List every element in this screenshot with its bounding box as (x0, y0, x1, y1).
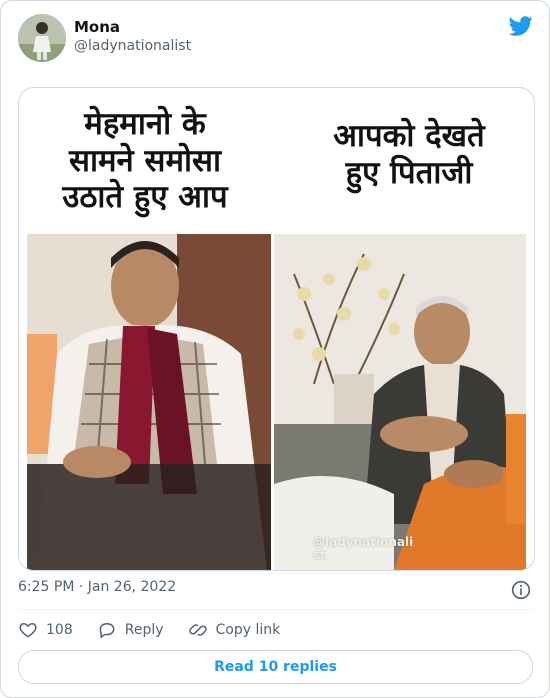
meme-photo-left (27, 234, 271, 570)
heart-icon (19, 622, 37, 638)
copy-link-button[interactable]: Copy link (188, 620, 281, 640)
twitter-bird-icon[interactable] (509, 14, 533, 38)
like-button[interactable]: 108 (18, 620, 73, 640)
like-count: 108 (46, 622, 73, 638)
meme-watermark: @ladynationali st (313, 535, 414, 563)
meme-caption-right: आपको देखते हुए पिताजी (333, 118, 485, 191)
tweet-media[interactable]: मेहमानो के सामने समोसा उठाते हुए आप आपको… (18, 87, 535, 571)
read-replies-button[interactable]: Read 10 replies (18, 650, 533, 684)
author-handle[interactable]: @ladynationalist (74, 38, 191, 54)
author-name[interactable]: Mona (74, 18, 120, 36)
tweet-header: Mona @ladynationalist (18, 14, 533, 62)
copy-link-label: Copy link (215, 622, 281, 638)
avatar[interactable] (18, 14, 66, 62)
reply-label: Reply (124, 622, 164, 638)
reply-icon (99, 622, 115, 639)
divider (18, 609, 533, 610)
reply-button[interactable]: Reply (97, 620, 164, 640)
info-icon[interactable] (511, 580, 531, 600)
tweet-card: Mona @ladynationalist मेहमानो के सामने स… (0, 0, 550, 698)
meme-caption-left: मेहमानो के सामने समोसा उठाते हुए आप (62, 106, 228, 216)
link-icon (188, 624, 207, 636)
meme-photo-right (274, 234, 526, 570)
tweet-actions: 108 Reply Copy link (18, 620, 304, 640)
tweet-timestamp[interactable]: 6:25 PM · Jan 26, 2022 (18, 579, 176, 595)
